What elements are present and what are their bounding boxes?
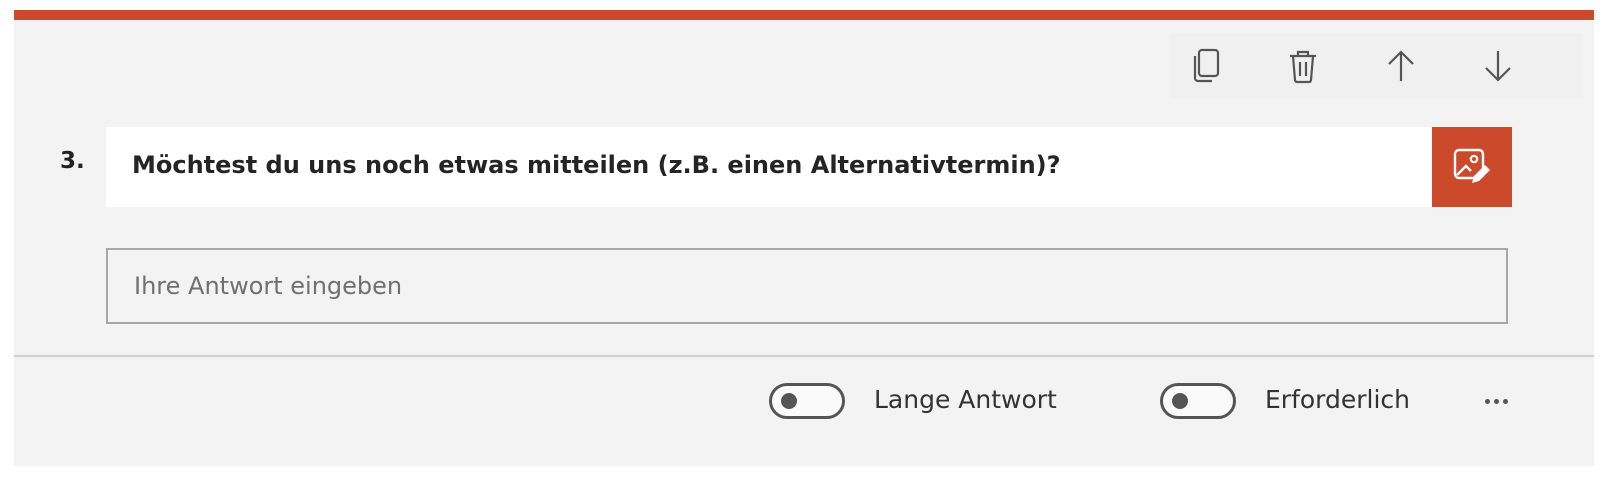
toggle-knob — [781, 393, 797, 409]
toggle-knob — [1172, 393, 1188, 409]
question-number: 3. — [60, 148, 85, 174]
more-options-icon-dot — [1493, 398, 1499, 404]
required-toggle[interactable] — [1160, 383, 1236, 419]
arrow-down-icon — [1485, 51, 1511, 82]
question-toolbar — [1171, 33, 1583, 99]
answer-placeholder: Ihre Antwort eingeben — [134, 272, 403, 300]
more-options-icon-dot — [1502, 398, 1508, 404]
copy-icon — [1193, 48, 1220, 83]
question-title-field[interactable]: Möchtest du uns noch etwas mitteilen (z.… — [106, 127, 1432, 207]
trash-icon — [1290, 50, 1316, 84]
required-label: Erforderlich — [1265, 385, 1411, 414]
image-edit-icon — [1453, 148, 1490, 183]
delete-question-button[interactable] — [1278, 41, 1328, 91]
arrow-up-icon — [1388, 50, 1414, 81]
question-card: 3. Möchtest du uns noch etwas mitteilen … — [14, 10, 1594, 466]
copy-question-button[interactable] — [1181, 41, 1231, 91]
footer-divider — [14, 355, 1594, 357]
question-title: Möchtest du uns noch etwas mitteilen (z.… — [132, 151, 1061, 179]
more-options-icon — [1484, 398, 1490, 404]
accent-bar — [14, 10, 1594, 20]
long-answer-label: Lange Antwort — [874, 385, 1057, 414]
insert-media-button[interactable] — [1432, 127, 1512, 207]
long-answer-toggle[interactable] — [769, 383, 845, 419]
move-up-button[interactable] — [1376, 41, 1426, 91]
answer-input[interactable]: Ihre Antwort eingeben — [106, 248, 1508, 324]
more-options-button[interactable] — [1476, 386, 1516, 416]
move-down-button[interactable] — [1473, 41, 1523, 91]
